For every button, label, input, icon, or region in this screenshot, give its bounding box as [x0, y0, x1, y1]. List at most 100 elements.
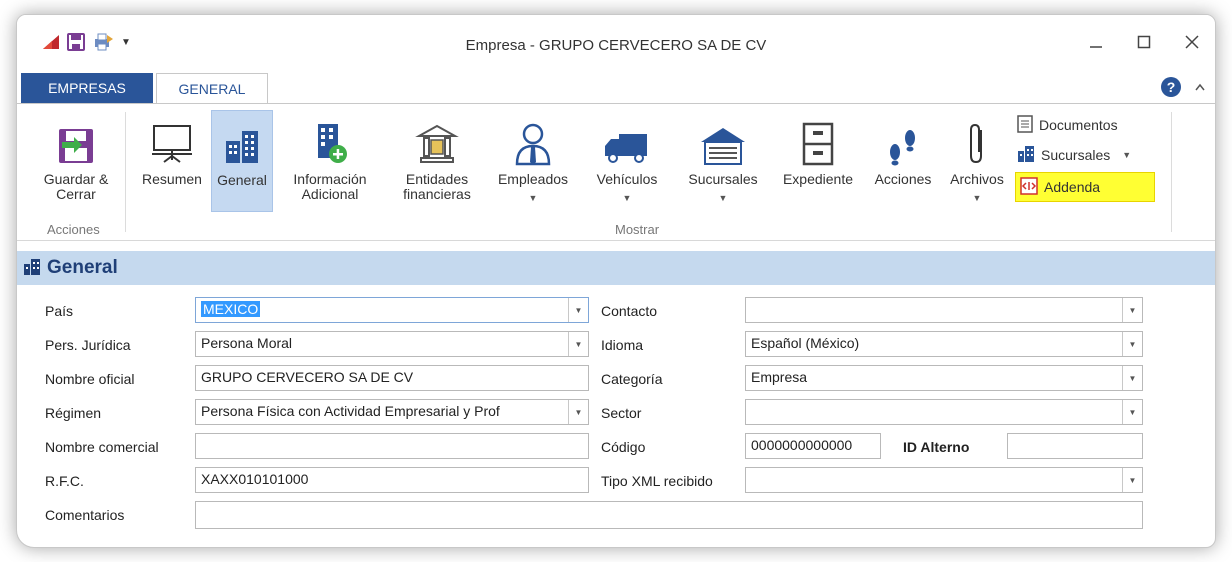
archivos-button[interactable]: Archivos ▼ — [941, 110, 1013, 206]
idioma-value: Español (México) — [751, 335, 860, 351]
app-window: ▼ Empresa - GRUPO CERVECERO SA DE CV EMP… — [16, 14, 1216, 548]
codigo-input[interactable]: 0000000000000 — [745, 433, 881, 459]
truck-icon — [583, 110, 671, 166]
help-icon[interactable]: ? — [1161, 77, 1181, 97]
nombre-comercial-input[interactable] — [195, 433, 589, 459]
document-icon — [1017, 114, 1033, 136]
ribbon-separator — [125, 112, 126, 232]
empleados-dropdown-icon: ▼ — [528, 193, 538, 203]
pais-value: MEXICO — [201, 301, 261, 317]
resumen-button[interactable]: Resumen — [135, 110, 209, 187]
group-mostrar-label: Mostrar — [615, 222, 660, 237]
entidades-financieras-button[interactable]: Entidades financieras — [389, 110, 485, 202]
building-add-icon — [275, 110, 385, 166]
sucursales-label: Sucursales — [688, 171, 758, 187]
acciones-button[interactable]: Acciones — [865, 110, 941, 187]
contacto-combo[interactable]: ▼ — [745, 297, 1143, 323]
sucursales-small-button[interactable]: Sucursales ▼ — [1015, 140, 1165, 170]
empleados-label: Empleados — [497, 171, 569, 187]
documentos-button[interactable]: Documentos — [1015, 110, 1165, 140]
warehouse-icon — [675, 110, 771, 166]
acciones-label: Acciones — [874, 171, 932, 187]
maximize-icon[interactable] — [1135, 33, 1153, 51]
pers-juridica-value: Persona Moral — [201, 335, 293, 351]
paperclip-icon — [941, 110, 1013, 166]
guardar-cerrar-button[interactable]: Guardar & Cerrar — [37, 110, 115, 202]
contacto-label: Contacto — [601, 303, 658, 319]
presentation-board-icon — [135, 110, 209, 166]
ribbon: Guardar & Cerrar Acciones Resumen Genera… — [17, 103, 1215, 241]
sucursales-dropdown-icon: ▼ — [718, 193, 728, 203]
empleados-button[interactable]: Empleados ▼ — [487, 110, 579, 206]
vehiculos-dropdown-icon: ▼ — [622, 193, 632, 203]
bank-icon — [389, 110, 485, 166]
sector-dropdown-icon[interactable]: ▼ — [1122, 400, 1142, 424]
general-button[interactable]: General — [211, 110, 273, 212]
small-buttons-group: Documentos Sucursales ▼ Addenda — [1015, 110, 1165, 202]
pers-juridica-dropdown-icon[interactable]: ▼ — [568, 332, 588, 356]
window-controls — [1087, 33, 1201, 51]
guardar-label: Guardar & Cerrar — [43, 171, 109, 202]
pers-juridica-combo[interactable]: Persona Moral ▼ — [195, 331, 589, 357]
tipo-xml-label: Tipo XML recibido — [601, 473, 713, 489]
idioma-combo[interactable]: Español (México) ▼ — [745, 331, 1143, 357]
nombre-oficial-input[interactable]: GRUPO CERVECERO SA DE CV — [195, 365, 589, 391]
window-title: Empresa - GRUPO CERVECERO SA DE CV — [465, 37, 767, 54]
archivos-label: Archivos — [950, 171, 1004, 187]
tipo-xml-combo[interactable]: ▼ — [745, 467, 1143, 493]
codigo-label: Código — [601, 439, 646, 455]
nombre-oficial-label: Nombre oficial — [45, 371, 135, 387]
expediente-button[interactable]: Expediente — [773, 110, 863, 187]
entidades-label: Entidades financieras — [403, 171, 471, 202]
group-acciones-label: Acciones — [47, 222, 100, 237]
close-icon[interactable] — [1183, 33, 1201, 51]
informacion-adicional-button[interactable]: Información Adicional — [275, 110, 385, 202]
categoria-combo[interactable]: Empresa ▼ — [745, 365, 1143, 391]
building-small-icon — [1017, 145, 1035, 166]
documentos-label: Documentos — [1039, 117, 1118, 133]
pais-label: País — [45, 303, 74, 319]
employee-icon — [487, 110, 579, 166]
comentarios-label: Comentarios — [45, 507, 125, 523]
rfc-label: R.F.C. — [45, 473, 84, 489]
minimize-icon[interactable] — [1087, 33, 1105, 51]
tab-general[interactable]: GENERAL — [156, 73, 268, 104]
addenda-icon — [1020, 176, 1038, 198]
id-alterno-input[interactable] — [1007, 433, 1143, 459]
ribbon-tabs: EMPRESAS GENERAL ? — [17, 73, 1215, 104]
building-section-icon — [23, 258, 41, 279]
regimen-dropdown-icon[interactable]: ▼ — [568, 400, 588, 424]
comentarios-input[interactable] — [195, 501, 1143, 529]
building-icon — [212, 111, 272, 167]
footsteps-icon — [865, 110, 941, 166]
categoria-dropdown-icon[interactable]: ▼ — [1122, 366, 1142, 390]
contacto-dropdown-icon[interactable]: ▼ — [1122, 298, 1142, 322]
idioma-dropdown-icon[interactable]: ▼ — [1122, 332, 1142, 356]
sucursales-small-dropdown-icon: ▼ — [1122, 150, 1132, 160]
addenda-label: Addenda — [1044, 179, 1101, 195]
sector-combo[interactable]: ▼ — [745, 399, 1143, 425]
vehiculos-button[interactable]: Vehículos ▼ — [583, 110, 671, 206]
pais-combo[interactable]: MEXICO ▼ — [195, 297, 589, 323]
title-bar: ▼ Empresa - GRUPO CERVECERO SA DE CV — [17, 15, 1215, 73]
sucursales-small-label: Sucursales — [1041, 147, 1111, 163]
ribbon-separator-end — [1171, 112, 1172, 232]
resumen-label: Resumen — [142, 171, 202, 187]
regimen-label: Régimen — [45, 405, 102, 421]
sucursales-button[interactable]: Sucursales ▼ — [675, 110, 771, 206]
regimen-combo[interactable]: Persona Física con Actividad Empresarial… — [195, 399, 589, 425]
informacion-label: Información Adicional — [293, 171, 367, 202]
expediente-label: Expediente — [782, 171, 854, 187]
file-cabinet-icon — [773, 110, 863, 166]
tipo-xml-dropdown-icon[interactable]: ▼ — [1122, 468, 1142, 492]
tab-empresas[interactable]: EMPRESAS — [21, 73, 153, 103]
collapse-ribbon-icon[interactable] — [1195, 79, 1205, 94]
save-close-icon — [37, 110, 115, 166]
pais-dropdown-icon[interactable]: ▼ — [568, 298, 588, 322]
section-title: General — [47, 257, 118, 278]
general-label: General — [217, 172, 267, 188]
pers-juridica-label: Pers. Jurídica — [45, 337, 131, 353]
addenda-button[interactable]: Addenda — [1015, 172, 1155, 202]
vehiculos-label: Vehículos — [596, 171, 658, 187]
rfc-input[interactable]: XAXX010101000 — [195, 467, 589, 493]
